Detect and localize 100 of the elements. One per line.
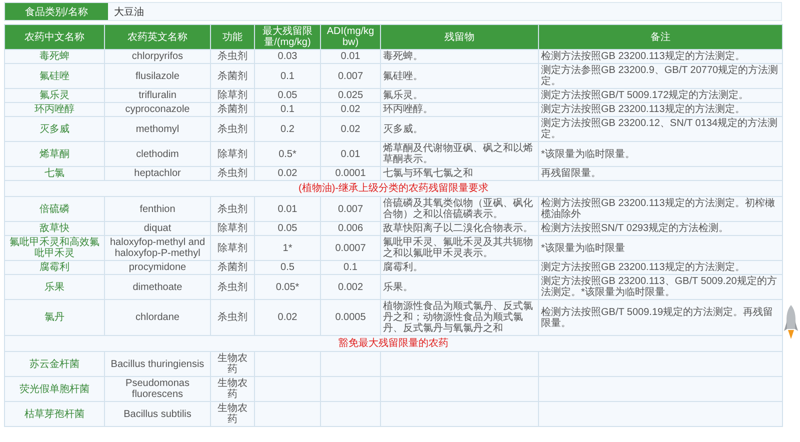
column-header: ADI(mg/kg bw) [320,24,380,50]
table-cell: 除草剂 [210,142,254,166]
table-cell: 敌草快阳离子以二溴化合物表示。 [380,222,538,236]
table-cell: 除草剂 [210,222,254,236]
field-label: 食品类别/名称 [5,3,108,20]
table-cell: Pseudomonas fluorescens [104,376,210,402]
table-cell: methomyl [104,116,210,142]
table-cell: 除草剂 [210,236,254,260]
table-cell: 植物源性食品为顺式氯丹、反式氯丹之和；动物源性食品为顺式氯丹、反式氯丹与氧氯丹之和 [380,300,538,336]
pesticide-name: 氟硅唑 [4,64,104,88]
table-cell: 测定方法按照GB 23200.12、SN/T 0134规定的方法测定。 [538,116,782,142]
table-cell: 氟乐灵。 [380,88,538,102]
table-cell: 0.1 [320,260,380,274]
table-cell: 测定方法按照GB/T 5009.172规定的方法测定。 [538,88,782,102]
table-cell: 再残留限量。 [538,166,782,180]
pesticide-name: 毒死蜱 [4,50,104,64]
table-cell: flusilazole [104,64,210,88]
section-title: 豁免最大残留限量的农药 [4,336,782,352]
table-cell: diquat [104,222,210,236]
table-cell: 测定方法按照GB 23200.113规定的方法测定。 [538,102,782,116]
table-cell: 0.01 [254,196,320,222]
pesticide-name: 苏云金杆菌 [4,352,104,376]
pesticide-name: 氟乐灵 [4,88,104,102]
column-header: 残留物 [380,24,538,50]
field-value: 大豆油 [112,6,145,20]
column-header: 农药英文名称 [104,24,210,50]
table-cell: 0.5* [254,142,320,166]
table-cell: 0.1 [254,102,320,116]
table-cell: 生物农药 [210,402,254,426]
table-cell: 0.05* [254,274,320,300]
table-cell: 0.0005 [320,300,380,336]
table-cell: 生物农药 [210,376,254,402]
table-cell: 1* [254,236,320,260]
table-cell: 乐果。 [380,274,538,300]
pesticide-name: 倍硫磷 [4,196,104,222]
pesticide-name: 氟吡甲禾灵和高效氟吡甲禾灵 [4,236,104,260]
table-cell: 0.05 [254,222,320,236]
table-cell: 检测方法按照SN/T 0293规定的方法检测。 [538,222,782,236]
pesticide-name: 敌草快 [4,222,104,236]
table-cell: 0.02 [320,102,380,116]
table-cell: 杀虫剂 [210,116,254,142]
table-cell: 0.01 [320,50,380,64]
pesticide-name: 灭多威 [4,116,104,142]
table-cell: 杀菌剂 [210,260,254,274]
table-cell: 0.006 [320,222,380,236]
table-cell: 0.03 [254,50,320,64]
table-cell: 0.007 [320,64,380,88]
table-cell: 0.2 [254,116,320,142]
column-header: 农药中文名称 [4,24,104,50]
table-cell: 杀虫剂 [210,50,254,64]
pesticide-name: 荧光假单胞杆菌 [4,376,104,402]
pesticide-name: 环丙唑醇 [4,102,104,116]
table-cell: 杀虫剂 [210,196,254,222]
table-cell: 0.02 [320,116,380,142]
table-cell: 生物农药 [210,352,254,376]
table-cell: 除草剂 [210,88,254,102]
table-cell: *该限量为临时限量。 [538,142,782,166]
table-cell: 0.002 [320,274,380,300]
column-header: 最大残留限量/(mg/kg) [254,24,320,50]
table-cell: 0.0001 [320,166,380,180]
table-cell: 杀菌剂 [210,102,254,116]
pesticide-name: 乐果 [4,274,104,300]
table-cell: 测定方法按照GB 23200.113规定的方法测定。 [538,260,782,274]
table-cell: 测定方法按照GB 23200.113、GB/T 5009.20规定的方法测定。*该限量为临时限量。 [538,274,782,300]
table-cell: 0.05 [254,88,320,102]
table-cell: 环丙唑醇。 [380,102,538,116]
table-cell: 烯草酮及代谢物亚砜、砜之和以烯草酮表示。 [380,142,538,166]
table-cell: clethodim [104,142,210,166]
pesticide-name: 七氯 [4,166,104,180]
table-cell: 腐霉利。 [380,260,538,274]
table-cell: 0.1 [254,64,320,88]
table-cell: haloxyfop-methyl and haloxyfop-P-methyl [104,236,210,260]
table-cell: 测定方法参照GB 23200.9、GB/T 20770规定的方法测定。 [538,64,782,88]
pesticide-name: 枯草芽孢杆菌 [4,402,104,426]
table-cell: 0.0007 [320,236,380,260]
rocket-icon[interactable] [784,305,798,339]
table-cell: 杀菌剂 [210,64,254,88]
table-cell: 杀虫剂 [210,166,254,180]
table-cell: chlorpyrifos [104,50,210,64]
column-header: 备注 [538,24,782,50]
table-cell: procymidone [104,260,210,274]
table-cell: Bacillus thuringiensis [104,352,210,376]
pesticide-name: 氯丹 [4,300,104,336]
table-cell: 0.025 [320,88,380,102]
table-cell: 检测方法按照GB/T 5009.19规定的方法测定。再残留限量。 [538,300,782,336]
table-cell: chlordane [104,300,210,336]
table-cell: cyproconazole [104,102,210,116]
table-cell: 检测方法按照GB 23200.113规定的方法测定。初榨橄榄油除外 [538,196,782,222]
table-cell: 灭多威。 [380,116,538,142]
column-header: 功能 [210,24,254,50]
table-cell: 杀虫剂 [210,274,254,300]
table-cell: 0.02 [254,166,320,180]
table-cell: 七氯与环氧七氯之和 [380,166,538,180]
table-cell: 氟硅唑。 [380,64,538,88]
table-cell: 氟吡甲禾灵、氟吡禾灵及其共轭物之和以氟吡甲禾灵表示。 [380,236,538,260]
pesticide-name: 烯草酮 [4,142,104,166]
table-cell: heptachlor [104,166,210,180]
table-cell: Bacillus subtilis [104,402,210,426]
table-cell: 杀虫剂 [210,300,254,336]
table-cell: 倍硫磷及其氧类似物（亚砜、砜化合物）之和以倍硫磷表示。 [380,196,538,222]
